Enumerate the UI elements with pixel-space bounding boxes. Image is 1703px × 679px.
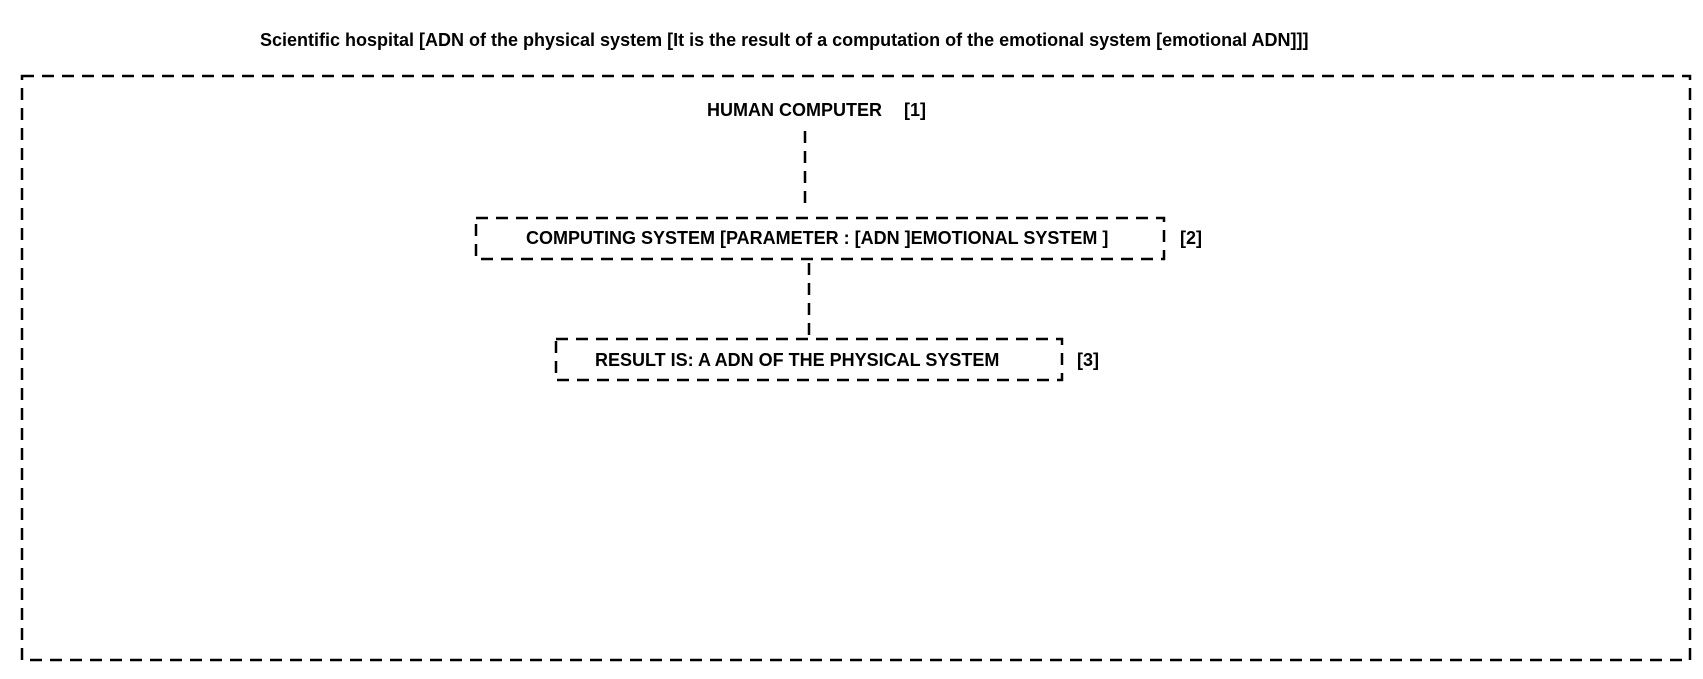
node3-ref: [3]	[1077, 350, 1099, 370]
node1-ref: [1]	[904, 100, 926, 120]
node3-label: RESULT IS: A ADN OF THE PHYSICAL SYSTEM	[595, 350, 1000, 370]
node2-ref: [2]	[1180, 228, 1202, 248]
node2-label: COMPUTING SYSTEM [PARAMETER : [ADN ]EMOT…	[526, 228, 1109, 248]
node1-label: HUMAN COMPUTER	[707, 100, 882, 120]
diagram-title: Scientific hospital [ADN of the physical…	[260, 30, 1309, 50]
